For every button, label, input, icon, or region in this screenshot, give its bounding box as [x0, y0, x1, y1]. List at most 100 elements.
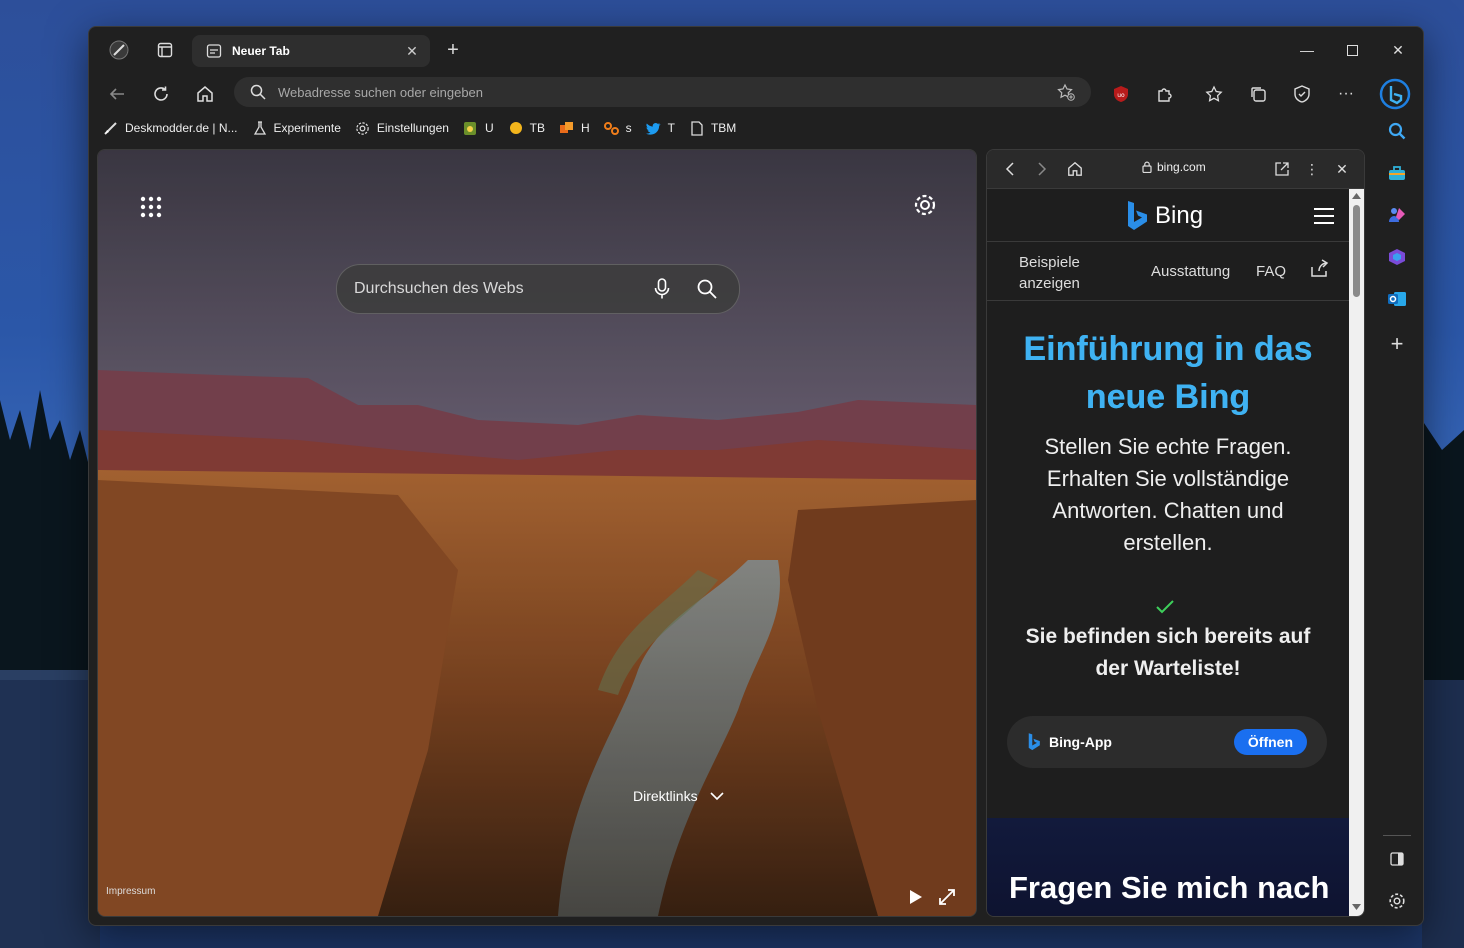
add-favorite-icon[interactable] [1057, 83, 1075, 101]
tab-close-icon[interactable]: ✕ [402, 41, 422, 61]
bing-hero-title: Einführung in das neue Bing [1023, 330, 1313, 416]
hamburger-menu-icon[interactable] [1313, 208, 1335, 224]
favorites-star-icon[interactable] [1198, 78, 1230, 110]
ublock-extension-icon[interactable]: uo [1105, 78, 1137, 110]
bing-app-icon [1028, 733, 1040, 751]
panel-scrollbar[interactable] [1349, 189, 1364, 916]
favorite-s[interactable]: s [603, 120, 632, 136]
scroll-down-icon[interactable] [1352, 904, 1361, 911]
badge-icon [463, 120, 479, 136]
nav-ausstattung[interactable]: Ausstattung [1151, 263, 1230, 280]
favorite-h[interactable]: H [559, 120, 590, 136]
favorite-einstellungen[interactable]: Einstellungen [355, 120, 449, 136]
home-icon[interactable] [189, 78, 221, 110]
page-icon [689, 120, 705, 136]
bing-header: Bing [987, 189, 1349, 242]
favorite-deskmodder[interactable]: Deskmodder.de | N... [103, 120, 238, 136]
favorite-t[interactable]: T [646, 120, 675, 136]
panel-close-icon[interactable]: ✕ [1331, 158, 1353, 180]
panel-forward-icon[interactable] [1031, 158, 1053, 180]
impressum-link[interactable]: Impressum [106, 886, 155, 897]
panel-more-icon[interactable]: ⋮ [1301, 158, 1323, 180]
tab-title: Neuer Tab [232, 44, 290, 58]
page-settings-gear-icon[interactable] [912, 192, 938, 218]
desktop-trees-left [0, 390, 100, 948]
desktop-trees-right [1422, 420, 1464, 948]
maximize-icon[interactable] [1332, 36, 1372, 64]
lock-icon [1142, 161, 1152, 173]
bing-hero-subtitle: Stellen Sie echte Fragen. Erhalten Sie v… [1044, 434, 1292, 555]
scroll-thumb[interactable] [1353, 205, 1360, 297]
new-tab-plus-icon[interactable]: + [439, 36, 467, 64]
play-icon[interactable] [904, 886, 926, 908]
puzzle-icon [559, 120, 575, 136]
apps-grid-icon[interactable] [138, 194, 164, 220]
refresh-icon[interactable] [145, 78, 177, 110]
sidebar-add-icon[interactable]: + [1381, 328, 1413, 360]
sidebar-tools-icon[interactable] [1381, 157, 1413, 189]
side-panel-header: bing.com ⋮ ✕ [987, 150, 1364, 189]
sidebar-office-icon[interactable] [1381, 241, 1413, 273]
web-search-box[interactable]: Durchsuchen des Webs [336, 264, 740, 314]
new-tab-page: Durchsuchen des Webs Direktlinks Impress… [97, 149, 977, 917]
panel-home-icon[interactable] [1064, 158, 1086, 180]
promo-heading: Fragen Sie mich nach [1009, 870, 1330, 905]
bing-b-icon [1128, 201, 1147, 230]
web-search-placeholder: Durchsuchen des Webs [354, 280, 524, 297]
browser-window: Neuer Tab ✕ + — ✕ uo ··· Webadresse such… [88, 26, 1424, 926]
checkmark-icon [1156, 600, 1174, 614]
pen-icon [103, 120, 119, 136]
quicklinks-toggle[interactable]: Direktlinks [633, 788, 724, 804]
favorite-experimente[interactable]: Experimente [252, 120, 341, 136]
favorite-tbm[interactable]: TBM [689, 120, 736, 136]
sidebar-divider [1383, 835, 1411, 836]
svg-text:uo: uo [1117, 92, 1125, 99]
tab-new-tab[interactable]: Neuer Tab ✕ [192, 35, 430, 67]
new-tab-favicon-icon [206, 44, 222, 58]
sidebar-search-icon[interactable] [1381, 115, 1413, 147]
bing-side-panel: bing.com ⋮ ✕ Bing Beispiele anzeigen Aus… [986, 149, 1365, 917]
microphone-icon[interactable] [649, 276, 675, 302]
bing-promo-banner: Fragen Sie mich nach [987, 818, 1349, 916]
hide-sidebar-icon[interactable] [1381, 843, 1413, 875]
sidebar-games-icon[interactable] [1381, 199, 1413, 231]
flask-icon [252, 120, 268, 136]
close-window-icon[interactable]: ✕ [1378, 36, 1418, 64]
minimize-icon[interactable]: — [1287, 36, 1327, 64]
circle-yellow-icon [508, 120, 524, 136]
scroll-up-icon[interactable] [1352, 192, 1361, 199]
back-arrow-icon[interactable] [101, 78, 133, 110]
browser-essentials-icon[interactable] [1286, 78, 1318, 110]
open-app-button[interactable]: Öffnen [1233, 729, 1307, 755]
sidebar-outlook-icon[interactable] [1381, 283, 1413, 315]
bing-logo[interactable]: Bing [1125, 200, 1203, 232]
favorites-bar: Deskmodder.de | N... Experimente Einstel… [89, 115, 1423, 141]
chevron-down-icon [710, 791, 724, 800]
nav-beispiele-anzeigen[interactable]: Beispiele anzeigen [1019, 252, 1109, 294]
favorite-tb[interactable]: TB [508, 120, 545, 136]
title-bar: Neuer Tab ✕ + — ✕ [89, 27, 1423, 73]
collections-icon[interactable] [1242, 78, 1274, 110]
panel-url: bing.com [1142, 160, 1206, 174]
twitter-icon [646, 120, 662, 136]
address-placeholder: Webadresse suchen oder eingeben [278, 84, 484, 100]
share-icon[interactable] [1309, 258, 1329, 278]
expand-icon[interactable] [936, 886, 958, 908]
bing-nav: Beispiele anzeigen Ausstattung FAQ [987, 242, 1349, 301]
search-icon [250, 84, 266, 100]
extensions-puzzle-icon[interactable] [1149, 78, 1181, 110]
glasses-icon [603, 120, 620, 136]
bing-app-card: Bing-App Öffnen [1007, 716, 1327, 768]
nav-faq[interactable]: FAQ [1256, 263, 1286, 280]
sidebar-settings-gear-icon[interactable] [1381, 885, 1413, 917]
tab-actions-icon[interactable] [151, 36, 179, 64]
gear-icon [355, 120, 371, 136]
favorite-u[interactable]: U [463, 120, 494, 136]
edge-sidebar: + [1371, 73, 1423, 925]
panel-back-icon[interactable] [999, 158, 1021, 180]
address-bar[interactable]: Webadresse suchen oder eingeben [234, 77, 1091, 107]
open-in-new-tab-icon[interactable] [1271, 158, 1293, 180]
search-submit-icon[interactable] [694, 276, 720, 302]
profile-icon[interactable] [105, 36, 133, 64]
more-options-icon[interactable]: ··· [1330, 78, 1362, 110]
